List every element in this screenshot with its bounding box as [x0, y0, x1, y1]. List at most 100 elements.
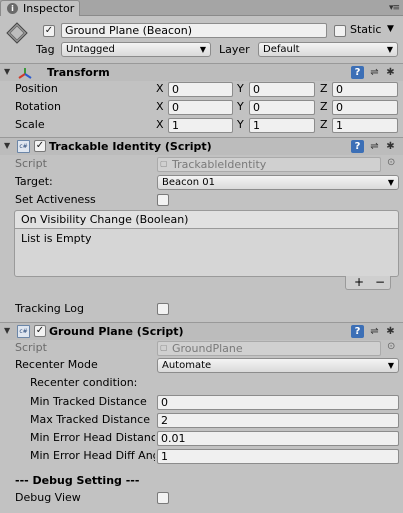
static-dropdown-icon[interactable]: ▼ [387, 24, 394, 34]
event-list-header: On Visibility Change (Boolean) [15, 211, 398, 229]
object-name-field[interactable]: Ground Plane (Beacon) [61, 23, 327, 38]
component-header-icons: ? ⇌ ✱ [351, 325, 399, 339]
max-tracked-distance-label: Max Tracked Distance [30, 413, 150, 426]
recenter-mode-dropdown[interactable]: Automate ▼ [157, 358, 399, 373]
preset-icon[interactable]: ⇌ [368, 140, 381, 153]
max-tracked-distance-field[interactable]: 2 [157, 413, 399, 428]
foldout-triangle-icon[interactable]: ▼ [4, 67, 10, 76]
info-icon: i [7, 3, 18, 14]
help-icon[interactable]: ? [351, 325, 364, 338]
foldout-triangle-icon[interactable]: ▼ [4, 141, 10, 150]
set-activeness-label: Set Activeness [15, 193, 96, 206]
script-value: GroundPlane [172, 342, 243, 355]
script-value: TrackableIdentity [172, 158, 267, 171]
script-field: TrackableIdentity [157, 157, 381, 172]
component-header-icons: ? ⇌ ✱ [351, 140, 399, 154]
position-z-field[interactable]: 0 [332, 82, 398, 97]
axis-x-label: X [156, 100, 164, 113]
static-label: Static [350, 23, 382, 36]
help-icon[interactable]: ? [351, 66, 364, 79]
component-header-icons: ? ⇌ ✱ [351, 66, 399, 80]
gear-icon[interactable]: ✱ [384, 325, 397, 338]
help-icon[interactable]: ? [351, 140, 364, 153]
recenter-mode-value: Automate [162, 360, 212, 371]
layer-label: Layer [219, 43, 250, 56]
tracking-log-checkbox[interactable] [157, 303, 169, 315]
debug-view-checkbox[interactable] [157, 492, 169, 504]
target-dropdown[interactable]: Beacon 01 ▼ [157, 175, 399, 190]
layer-dropdown[interactable]: Default ▼ [258, 42, 398, 57]
transform-axes-icon [18, 68, 32, 79]
target-label: Target: [15, 175, 53, 188]
trackable-enabled-checkbox[interactable]: ✓ [34, 140, 46, 152]
axis-y-label: Y [237, 118, 244, 131]
gear-icon[interactable]: ✱ [384, 140, 397, 153]
recenter-mode-label: Recenter Mode [15, 358, 98, 371]
remove-icon[interactable]: − [375, 276, 385, 289]
debug-setting-header: --- Debug Setting --- [15, 474, 140, 487]
tag-dropdown[interactable]: Untagged ▼ [61, 42, 211, 57]
ground-plane-enabled-checkbox[interactable]: ✓ [34, 325, 46, 337]
debug-view-label: Debug View [15, 491, 81, 504]
object-picker-icon[interactable]: ⊙ [387, 157, 395, 168]
axis-z-label: Z [320, 82, 328, 95]
rotation-z-field[interactable]: 0 [332, 100, 398, 115]
scale-label: Scale [15, 118, 45, 131]
chevron-down-icon: ▼ [199, 45, 206, 54]
ground-plane-header[interactable]: ▼ Ground Plane (Script) ? ⇌ ✱ [0, 322, 403, 340]
event-list-empty: List is Empty [21, 232, 92, 245]
min-error-head-distance-field[interactable]: 0.01 [157, 431, 399, 446]
axis-x-label: X [156, 82, 164, 95]
script-field: GroundPlane [157, 341, 381, 356]
position-x-field[interactable]: 0 [168, 82, 233, 97]
recenter-condition-label: Recenter condition: [30, 376, 138, 389]
axis-x-label: X [156, 118, 164, 131]
gameobject-icon [6, 22, 28, 44]
tag-value: Untagged [66, 44, 115, 55]
rotation-label: Rotation [15, 100, 62, 113]
csharp-script-icon: c# [17, 140, 30, 153]
transform-header[interactable]: ▼ Transform ? ⇌ ✱ [0, 63, 403, 81]
object-active-checkbox[interactable]: ✓ [43, 25, 55, 37]
position-y-field[interactable]: 0 [249, 82, 315, 97]
foldout-triangle-icon[interactable]: ▼ [4, 326, 10, 335]
script-label: Script [15, 341, 47, 354]
min-tracked-distance-label: Min Tracked Distance [30, 395, 147, 408]
chevron-down-icon: ▼ [387, 361, 394, 370]
window-menu-icon[interactable]: ▾≡ [389, 3, 400, 13]
target-value: Beacon 01 [162, 177, 215, 188]
axis-z-label: Z [320, 118, 328, 131]
scale-x-field[interactable]: 1 [168, 118, 233, 133]
axis-y-label: Y [237, 100, 244, 113]
set-activeness-checkbox[interactable] [157, 194, 169, 206]
trackable-identity-header[interactable]: ▼ Trackable Identity (Script) ? ⇌ ✱ [0, 137, 403, 155]
tracking-log-label: Tracking Log [15, 302, 84, 315]
rotation-x-field[interactable]: 0 [168, 100, 233, 115]
rotation-y-field[interactable]: 0 [249, 100, 315, 115]
min-error-head-distance-label: Min Error Head Distance [30, 431, 155, 444]
layer-value: Default [263, 44, 300, 55]
transform-title: Transform [47, 66, 110, 79]
csharp-script-icon: c# [17, 325, 30, 338]
min-error-head-diff-angle-label: Min Error Head Diff Angle [30, 449, 155, 462]
visibility-event-list: On Visibility Change (Boolean) List is E… [14, 210, 399, 277]
preset-icon[interactable]: ⇌ [368, 66, 381, 79]
tab-inspector[interactable]: i Inspector [0, 0, 80, 16]
gear-icon[interactable]: ✱ [384, 66, 397, 79]
script-label: Script [15, 157, 47, 170]
preset-icon[interactable]: ⇌ [368, 325, 381, 338]
static-checkbox[interactable] [334, 25, 346, 37]
ground-plane-title: Ground Plane (Script) [49, 325, 184, 338]
chevron-down-icon: ▼ [386, 45, 393, 54]
scale-y-field[interactable]: 1 [249, 118, 315, 133]
position-label: Position [15, 82, 58, 95]
tab-label: Inspector [23, 2, 75, 15]
script-asset-icon: ▢ [160, 343, 168, 352]
scale-z-field[interactable]: 1 [332, 118, 398, 133]
script-asset-icon: ▢ [160, 159, 168, 168]
object-picker-icon[interactable]: ⊙ [387, 341, 395, 352]
min-tracked-distance-field[interactable]: 0 [157, 395, 399, 410]
add-icon[interactable]: + [354, 276, 364, 289]
inspector-window: i Inspector ▾≡ ✓ Ground Plane (Beacon) S… [0, 0, 403, 513]
min-error-head-diff-angle-field[interactable]: 1 [157, 449, 399, 464]
